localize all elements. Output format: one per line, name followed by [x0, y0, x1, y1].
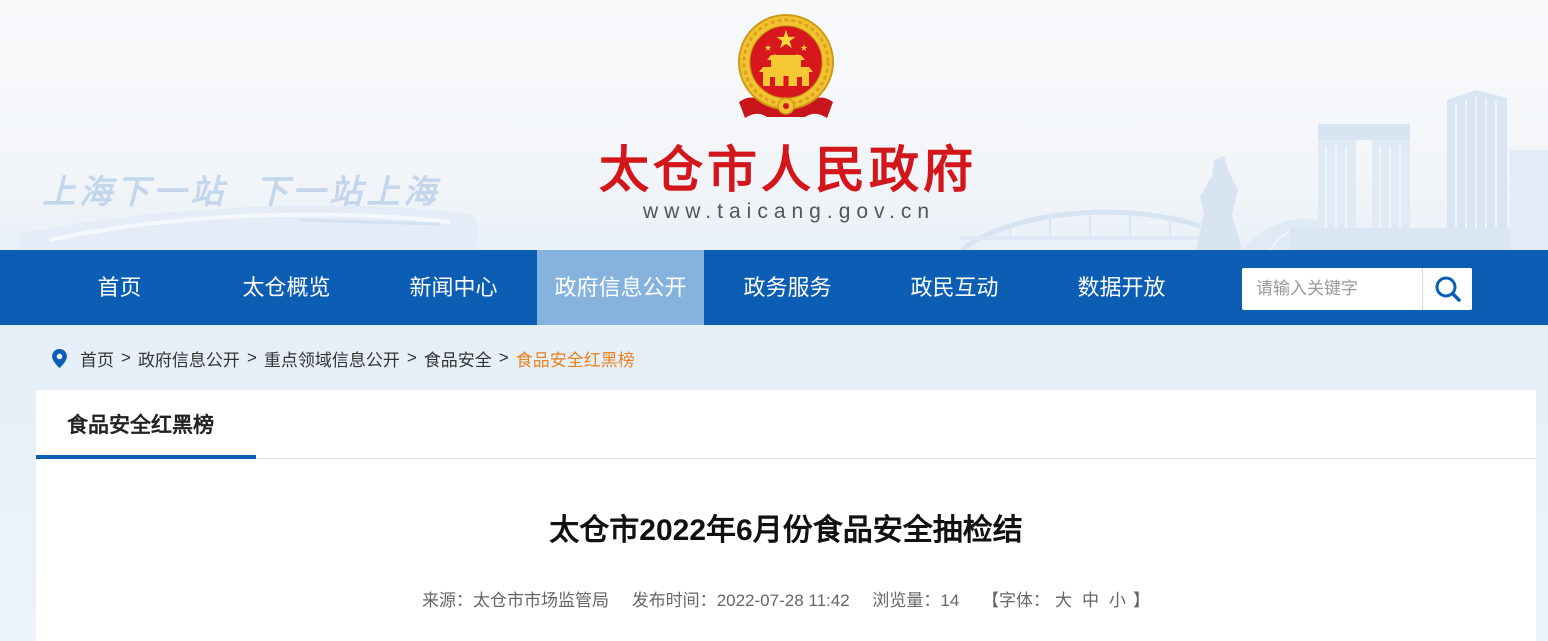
section-tab-title[interactable]: 食品安全红黑榜 — [36, 390, 256, 459]
search-box — [1242, 268, 1472, 310]
nav-item-government-info-disclosure[interactable]: 政府信息公开 — [537, 250, 704, 325]
meta-source: 来源：太仓市市场监管局 — [422, 591, 609, 610]
twin-building-bridge — [1318, 124, 1410, 140]
meta-source-label: 来源： — [421, 591, 473, 610]
search-button[interactable] — [1422, 268, 1472, 310]
article-title: 太仓市2022年6月份食品安全抽检结 — [549, 514, 1023, 547]
meta-publish-value: 2022-07-28 11:42 — [716, 591, 850, 610]
font-size-large-button[interactable]: 大 — [1055, 591, 1072, 610]
location-pin-icon — [52, 348, 67, 368]
nav-item-open-data[interactable]: 数据开放 — [1038, 250, 1205, 325]
breadcrumb-separator: > — [246, 348, 257, 367]
meta-views-label: 浏览量： — [872, 591, 941, 610]
search-input[interactable] — [1242, 268, 1422, 310]
nav-item-public-interaction[interactable]: 政民互动 — [871, 250, 1038, 325]
nav-menu: 首页 太仓概览 新闻中心 政府信息公开 政务服务 政民互动 数据开放 — [36, 250, 1205, 325]
breadcrumb-separator: > — [121, 348, 131, 367]
main-navigation: 首页 太仓概览 新闻中心 政府信息公开 政务服务 政民互动 数据开放 — [0, 250, 1548, 325]
site-title: 太仓市人民政府 — [599, 142, 977, 198]
breadcrumb: 首页 > 政府信息公开 > 重点领域信息公开 > 食品安全 > 食品安全红黑榜 — [52, 325, 635, 391]
font-size-small-button[interactable]: 小 — [1109, 591, 1126, 610]
search-icon — [1435, 276, 1461, 302]
nav-item-home[interactable]: 首页 — [36, 250, 203, 325]
site-header: 上海下一站 下一站上海 太仓市人民政府 www.taicang.gov.cn — [0, 0, 1548, 250]
nav-item-taicang-overview[interactable]: 太仓概览 — [203, 250, 370, 325]
site-url: www.taicang.gov.cn — [642, 200, 936, 223]
meta-views-count: 14 — [940, 591, 960, 610]
section-tab-bar: 食品安全红黑榜 — [36, 390, 1536, 459]
meta-font-label: 【字体： — [982, 591, 1051, 610]
emblem-gate-doors — [770, 76, 802, 86]
font-size-medium-button[interactable]: 中 — [1082, 591, 1099, 610]
low-buildings — [1290, 228, 1548, 250]
meta-font-close-bracket: 】 — [1133, 591, 1151, 610]
nav-item-news-center[interactable]: 新闻中心 — [370, 250, 537, 325]
emblem-gear-hub — [783, 103, 789, 109]
meta-publish-label: 发布时间： — [631, 591, 717, 610]
content-panel: 食品安全红黑榜 太仓市2022年6月份食品安全抽检结 来源：太仓市市场监管局 发… — [36, 390, 1536, 641]
breadcrumb-separator: > — [406, 348, 417, 367]
national-emblem-icon — [738, 14, 834, 118]
article-meta: 来源：太仓市市场监管局 发布时间：2022-07-28 11:42 浏览量：14… — [36, 589, 1536, 613]
meta-font-size-switcher: 【字体：大中小】 — [982, 591, 1150, 610]
nav-item-government-services[interactable]: 政务服务 — [704, 250, 871, 325]
meta-views: 浏览量：14 — [872, 591, 959, 610]
breadcrumb-government-info-disclosure[interactable]: 政府信息公开 — [138, 346, 240, 371]
meta-publish-time: 发布时间：2022-07-28 11:42 — [632, 591, 850, 610]
breadcrumb-home[interactable]: 首页 — [80, 346, 114, 371]
breadcrumb-key-area-disclosure[interactable]: 重点领域信息公开 — [264, 346, 400, 371]
breadcrumb-current-page[interactable]: 食品安全红黑榜 — [516, 346, 635, 371]
breadcrumb-separator: > — [498, 348, 509, 367]
meta-source-value: 太仓市市场监管局 — [472, 591, 609, 610]
breadcrumb-food-safety[interactable]: 食品安全 — [424, 346, 492, 371]
